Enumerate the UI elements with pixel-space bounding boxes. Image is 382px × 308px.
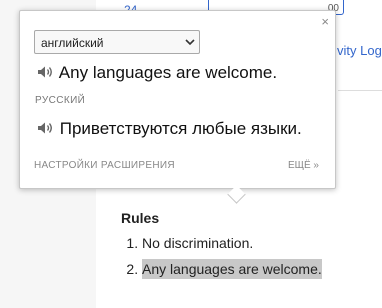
- popup-pointer: [227, 185, 246, 204]
- chevron-down-icon: [185, 39, 195, 46]
- activity-log-link[interactable]: vity Log: [337, 43, 382, 58]
- target-text-line: Приветствуются любые языки.: [37, 119, 302, 139]
- translation-popup: × английский Any languages are welcome. …: [19, 10, 336, 204]
- rules-item-text: No discrimination.: [142, 235, 254, 251]
- source-text-line: Any languages are welcome.: [37, 63, 277, 83]
- rules-heading: Rules: [121, 210, 160, 226]
- close-icon[interactable]: ×: [321, 14, 329, 29]
- source-language-select[interactable]: английский: [34, 30, 200, 54]
- rules-list-item: Any languages are welcome.: [142, 256, 322, 282]
- selected-text[interactable]: Any languages are welcome.: [142, 259, 322, 279]
- source-language-value: английский: [41, 36, 104, 50]
- rules-list: No discrimination. Any languages are wel…: [121, 230, 322, 282]
- source-text: Any languages are welcome.: [58, 63, 278, 82]
- target-language-label: РУССКИЙ: [35, 95, 86, 106]
- translated-text: Приветствуются любые языки.: [59, 119, 302, 138]
- rules-list-item: No discrimination.: [142, 230, 322, 256]
- divider: [338, 90, 382, 91]
- extension-settings-link[interactable]: НАСТРОЙКИ РАСШИРЕНИЯ: [34, 160, 175, 171]
- speaker-icon[interactable]: [37, 65, 55, 79]
- speaker-icon[interactable]: [37, 121, 55, 135]
- rules-section: Rules No discrimination. Any languages a…: [121, 210, 322, 282]
- more-link[interactable]: ЕЩЁ »: [288, 160, 319, 171]
